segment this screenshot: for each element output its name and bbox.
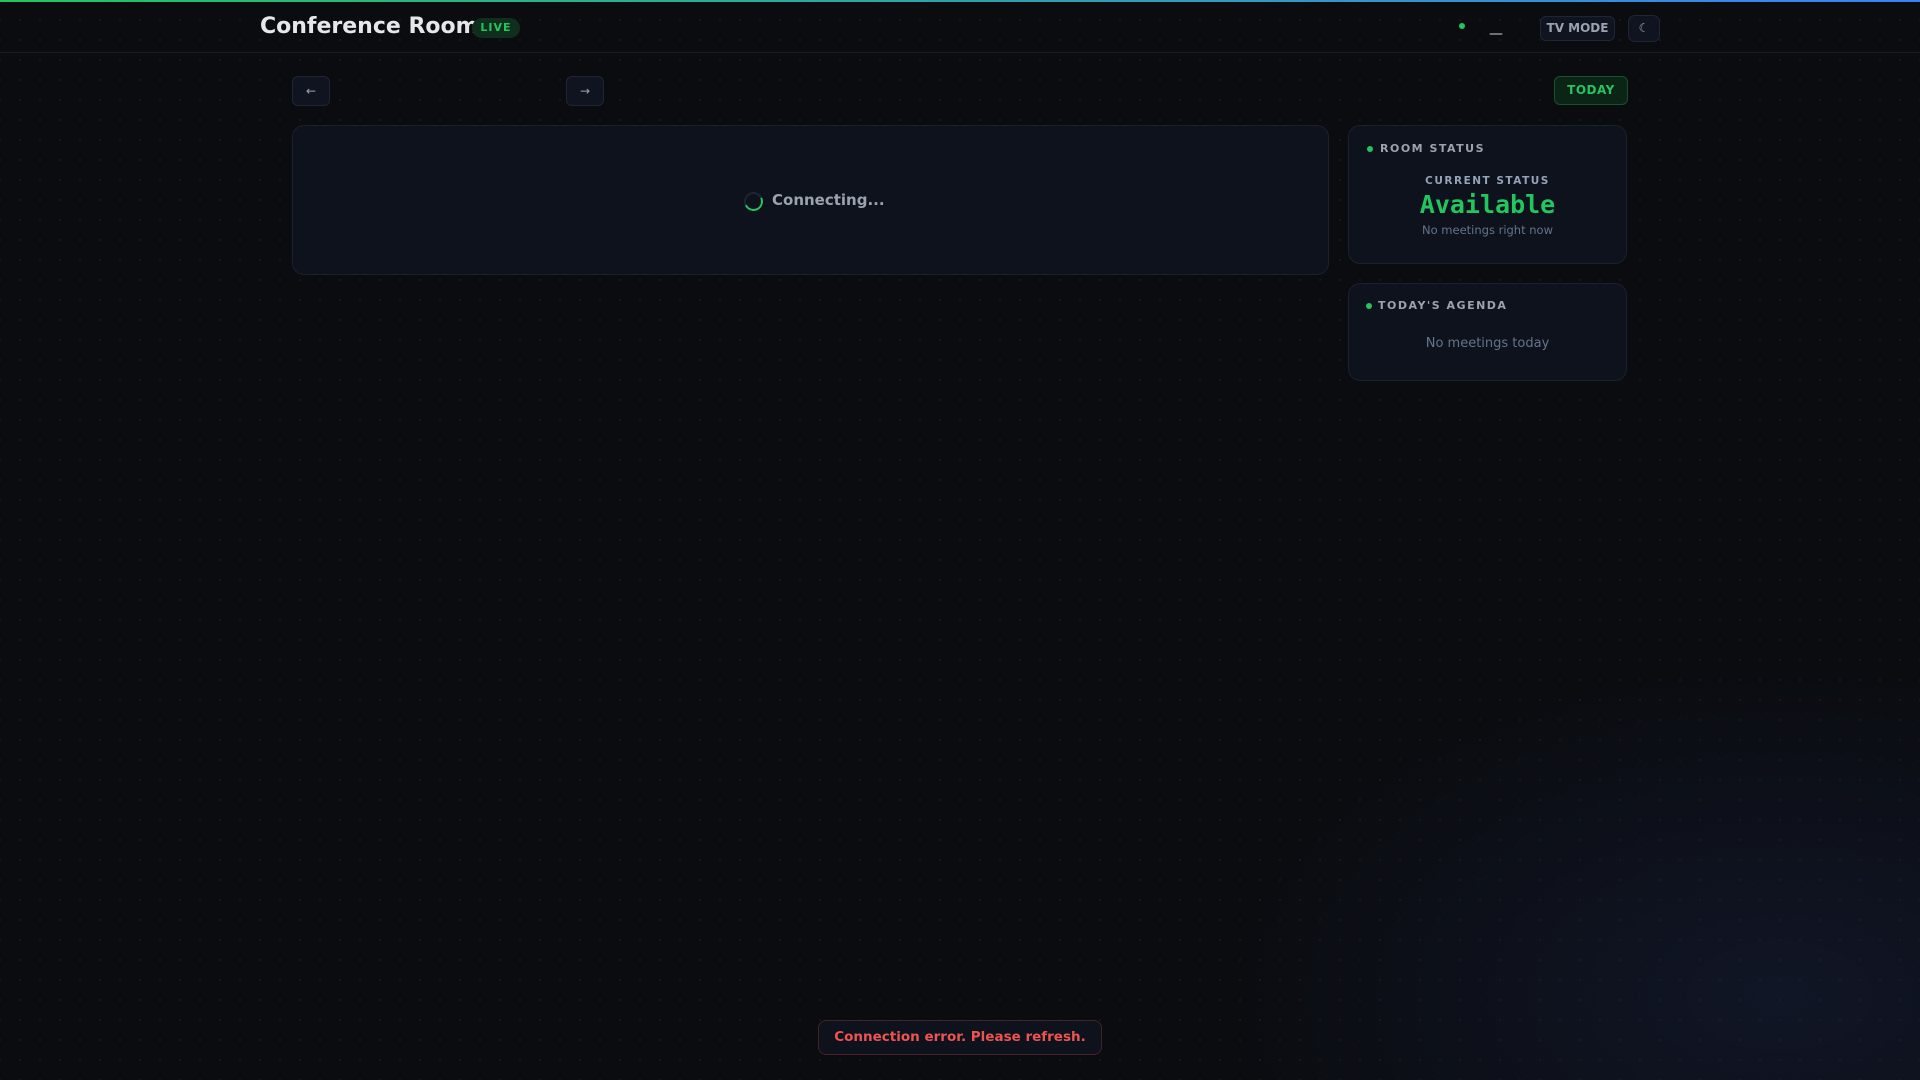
status-dot-icon [1367,146,1373,152]
page-title: Conference Room [260,14,479,39]
card-title: ROOM STATUS [1380,142,1486,155]
loading-text: Connecting... [772,191,885,209]
agenda-card: TODAY'S AGENDA No meetings today [1348,283,1627,381]
background-glow [1220,660,1920,1080]
connection-status-text: — [1489,26,1503,42]
previous-day-button[interactable]: ← [292,76,330,106]
card-title: TODAY'S AGENDA [1378,299,1508,312]
error-toast: Connection error. Please refresh. [818,1020,1102,1055]
current-status-label: CURRENT STATUS [1425,175,1550,187]
today-button[interactable]: TODAY [1554,76,1628,105]
live-badge: LIVE [472,18,520,38]
agenda-dot-icon [1366,303,1372,309]
next-day-button[interactable]: → [566,76,604,106]
tv-mode-button[interactable]: TV MODE [1540,16,1615,41]
agenda-empty-text: No meetings today [1425,336,1550,351]
connection-status-dot [1459,23,1465,29]
room-status-card: ROOM STATUS CURRENT STATUS Available No … [1348,125,1627,264]
header: Conference Room LIVE — TV MODE ☾ [0,2,1920,53]
theme-toggle-moon-icon[interactable]: ☾ [1628,15,1660,42]
status-subtext: No meetings right now [1422,223,1553,237]
status-value: Available [1419,190,1556,219]
